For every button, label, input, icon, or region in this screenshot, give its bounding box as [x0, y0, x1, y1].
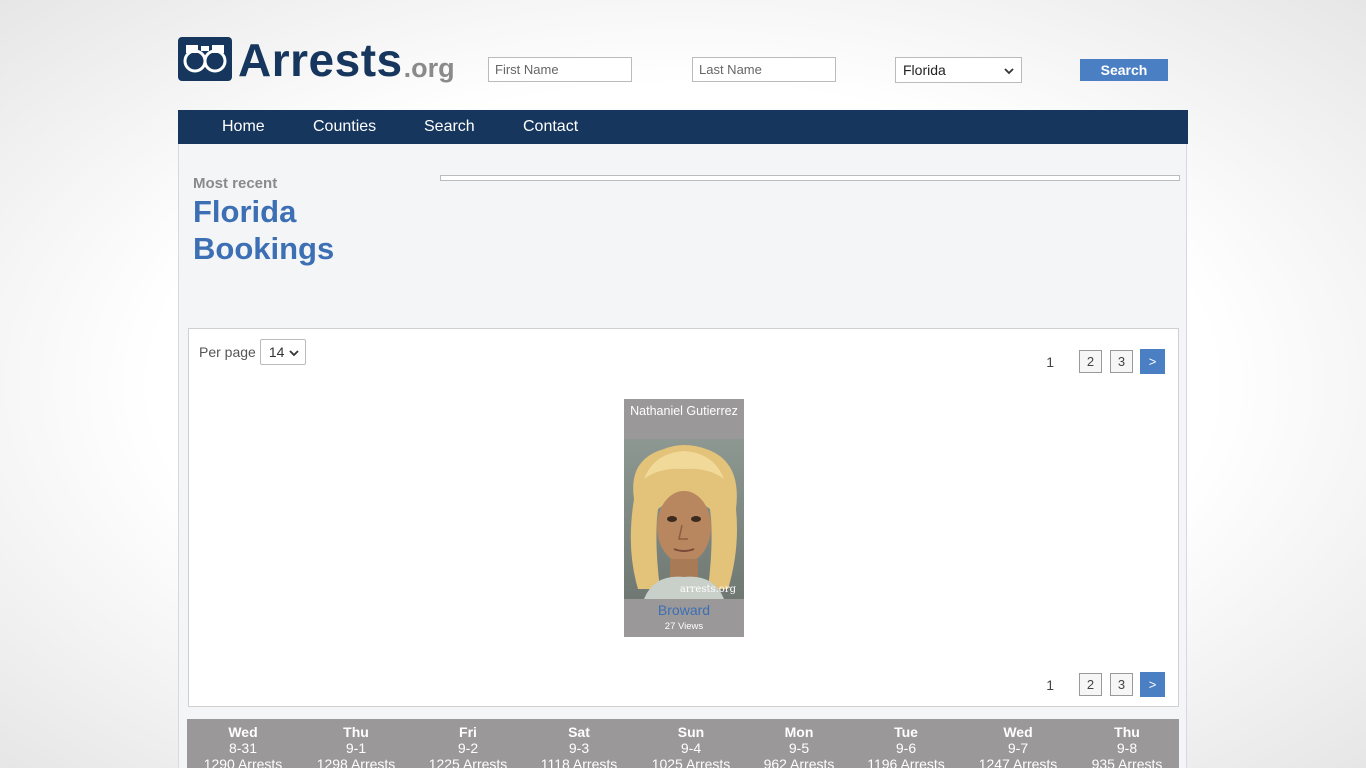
watermark-text: arrests.org [680, 584, 737, 595]
page-current: 1 [1046, 353, 1054, 370]
day-item[interactable]: Sun 9-4 1025 Arrests [636, 724, 746, 768]
day-item[interactable]: Sat 9-3 1118 Arrests [524, 724, 634, 768]
page-title-line1: Florida [193, 194, 297, 229]
nav-contact[interactable]: Contact [523, 118, 578, 136]
page-link-2[interactable]: 2 [1079, 350, 1102, 373]
day-name: Thu [343, 724, 369, 740]
day-date: 9-4 [680, 740, 702, 756]
day-date: 9-7 [1007, 740, 1029, 756]
page-title: Florida Bookings [193, 193, 334, 267]
day-name: Thu [1114, 724, 1140, 740]
day-date: 9-3 [568, 740, 590, 756]
first-name-input[interactable] [488, 57, 632, 82]
listing-panel: Per page 14 1 2 3 > Nathaniel Gutierrez [188, 328, 1179, 707]
day-name: Wed [1003, 724, 1033, 740]
day-count: 1247 Arrests [978, 756, 1058, 768]
day-name: Fri [459, 724, 477, 740]
day-name: Tue [894, 724, 918, 740]
logo-text: Arrests [238, 34, 403, 86]
day-name: Mon [784, 724, 814, 740]
day-date: 9-5 [788, 740, 810, 756]
ad-placeholder [440, 175, 1180, 181]
handcuffs-icon [178, 37, 232, 81]
daily-arrests-strip: Wed 8-31 1290 Arrests Thu 9-1 1298 Arres… [187, 719, 1179, 768]
search-button[interactable]: Search [1080, 59, 1168, 81]
mugshot-image: arrests.org [624, 439, 744, 599]
booking-name: Nathaniel Gutierrez [630, 404, 738, 418]
day-date: 9-1 [345, 740, 367, 756]
nav-search[interactable]: Search [424, 118, 475, 136]
handcuffs-graphic [183, 45, 227, 73]
page-next-button[interactable]: > [1140, 672, 1165, 697]
day-date: 8-31 [228, 740, 258, 756]
day-date: 9-6 [895, 740, 917, 756]
booking-county-link[interactable]: Broward [624, 602, 744, 618]
page-current: 1 [1046, 676, 1054, 693]
mugshot-photo[interactable]: arrests.org [624, 439, 744, 599]
logo-suffix: .org [403, 53, 455, 83]
page-link-3[interactable]: 3 [1110, 350, 1133, 373]
day-count: 935 Arrests [1091, 756, 1163, 768]
per-page-select[interactable]: 14 [259, 339, 306, 365]
site-logo[interactable]: Arrests .org [178, 33, 455, 83]
day-name: Sun [677, 724, 705, 740]
page-kicker: Most recent [193, 175, 278, 192]
state-select-value: Florida [903, 62, 946, 78]
pagination-top: 1 2 3 > [1046, 349, 1165, 374]
day-item[interactable]: Mon 9-5 962 Arrests [744, 724, 854, 768]
per-page-label: Per page [199, 344, 256, 360]
nav-home[interactable]: Home [222, 118, 265, 136]
page-link-3[interactable]: 3 [1110, 673, 1133, 696]
booking-card[interactable]: Nathaniel Gutierrez arrests.org Broward … [624, 399, 744, 637]
nav-counties[interactable]: Counties [313, 118, 376, 136]
day-count: 962 Arrests [763, 756, 835, 768]
day-item[interactable]: Tue 9-6 1196 Arrests [851, 724, 961, 768]
day-item[interactable]: Wed 8-31 1290 Arrests [188, 724, 298, 768]
per-page-control: Per page 14 [199, 339, 306, 365]
per-page-value: 14 [268, 344, 285, 360]
day-count: 1025 Arrests [651, 756, 731, 768]
booking-views: 27 Views [664, 621, 704, 632]
day-item[interactable]: Thu 9-8 935 Arrests [1072, 724, 1179, 768]
day-count: 1298 Arrests [316, 756, 396, 768]
pagination-bottom: 1 2 3 > [1046, 672, 1165, 697]
day-name: Wed [228, 724, 258, 740]
content-area: Most recent Florida Bookings Per page 14… [178, 144, 1187, 768]
day-name: Sat [568, 724, 590, 740]
day-count: 1196 Arrests [867, 756, 945, 768]
day-date: 9-8 [1116, 740, 1138, 756]
day-count: 1290 Arrests [203, 756, 283, 768]
day-item[interactable]: Fri 9-2 1225 Arrests [413, 724, 523, 768]
day-count: 1225 Arrests [428, 756, 508, 768]
state-select[interactable]: Florida [895, 57, 1022, 83]
day-count: 1118 Arrests [540, 756, 618, 768]
day-item[interactable]: Wed 9-7 1247 Arrests [963, 724, 1073, 768]
chevron-down-icon [1004, 62, 1014, 78]
chevron-down-icon [289, 344, 299, 360]
day-date: 9-2 [457, 740, 479, 756]
last-name-input[interactable] [692, 57, 836, 82]
page-title-line2: Bookings [193, 231, 335, 266]
day-item[interactable]: Thu 9-1 1298 Arrests [301, 724, 411, 768]
main-nav: Home Counties Search Contact [178, 110, 1188, 144]
page-link-2[interactable]: 2 [1079, 673, 1102, 696]
page-next-button[interactable]: > [1140, 349, 1165, 374]
